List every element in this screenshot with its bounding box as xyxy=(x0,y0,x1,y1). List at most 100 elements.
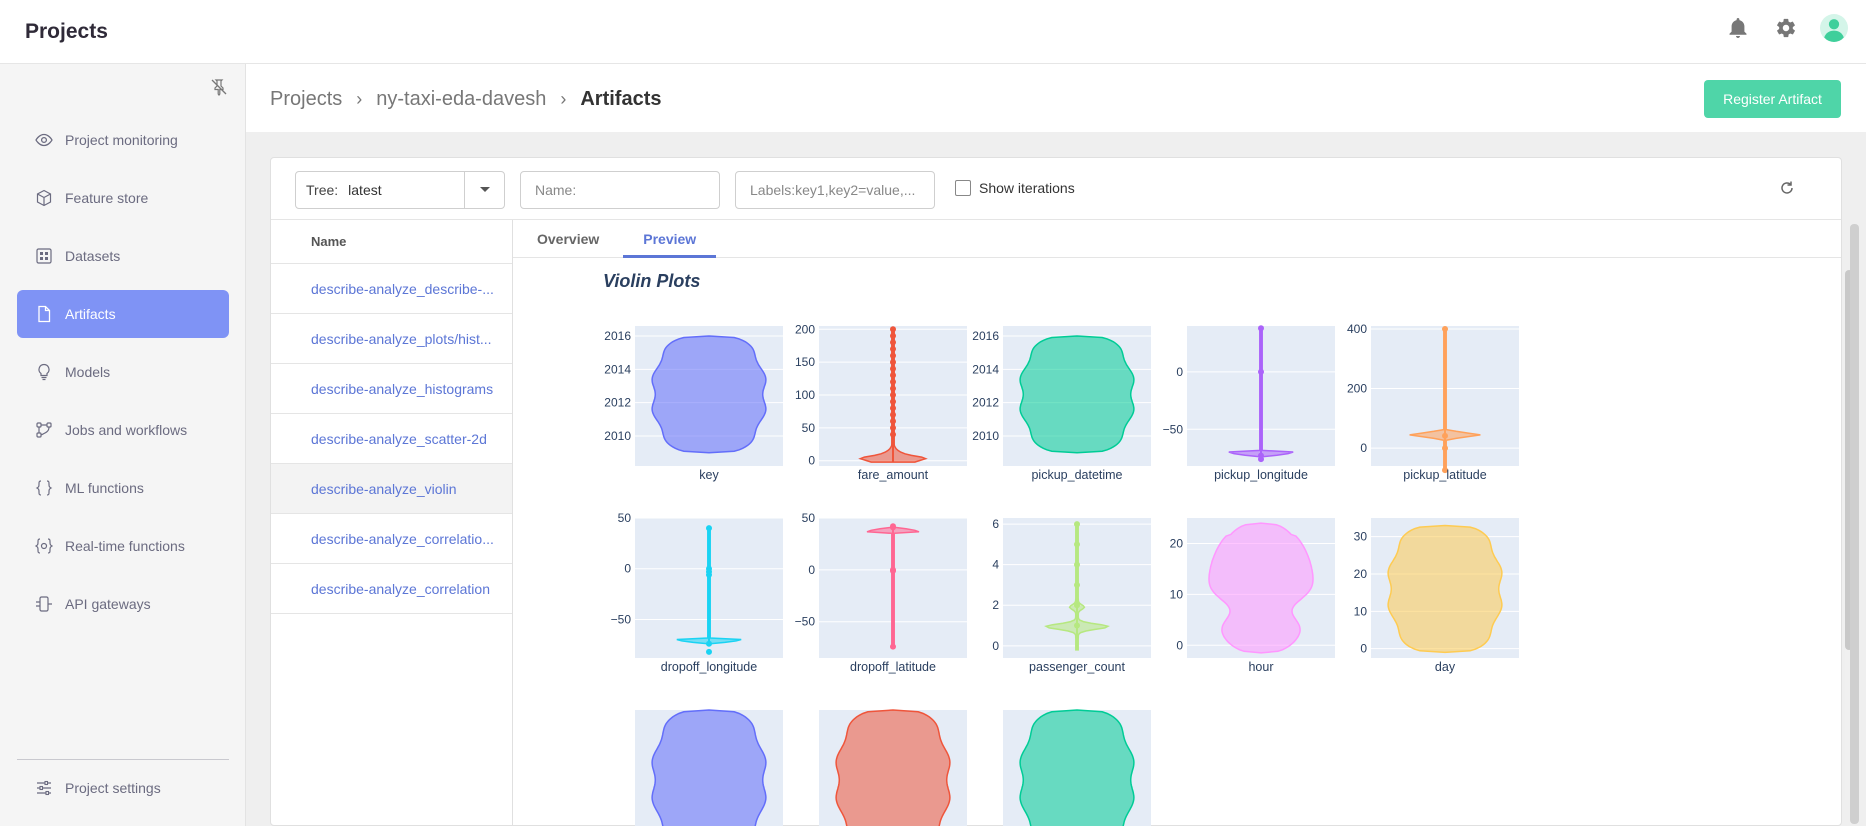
sidebar-item-label: Datasets xyxy=(65,248,121,264)
tick-label: 50 xyxy=(802,421,816,435)
sidebar-item-artifacts[interactable]: Artifacts xyxy=(17,290,229,338)
sidebar-item-datasets[interactable]: Datasets xyxy=(17,232,229,280)
page-header: Projects › ny-taxi-eda-davesh › Artifact… xyxy=(246,64,1866,132)
sidebar-item-real-time-functions[interactable]: Real-time functions xyxy=(17,522,229,570)
user-avatar-icon[interactable] xyxy=(1820,14,1848,43)
data-point xyxy=(1442,325,1448,332)
tick-label: 10 xyxy=(1170,587,1184,601)
sidebar: Project monitoring Feature store Dataset… xyxy=(0,64,246,826)
tick-label: 0 xyxy=(992,639,999,653)
sidebar-item-project-monitoring[interactable]: Project monitoring xyxy=(17,116,229,164)
list-item[interactable]: describe-analyze_plots/hist... xyxy=(271,314,512,364)
tick-label: 4 xyxy=(992,558,999,572)
page-scrollbar[interactable] xyxy=(1850,224,1859,824)
data-point xyxy=(890,332,896,339)
list-item-selected[interactable]: describe-analyze_violin xyxy=(271,464,512,514)
sidebar-item-ml-functions[interactable]: ML functions xyxy=(17,464,229,512)
name-filter-input[interactable] xyxy=(520,171,720,209)
sliders-icon xyxy=(37,780,51,796)
sidebar-item-models[interactable]: Models xyxy=(17,348,229,396)
violin-shape xyxy=(835,709,951,826)
eye-icon xyxy=(35,133,53,147)
tick-label: 2012 xyxy=(604,396,631,410)
list-item[interactable]: describe-analyze_correlation xyxy=(271,564,512,614)
axis-label: fare_amount xyxy=(858,468,929,482)
tick-label: 0 xyxy=(1360,441,1367,455)
data-point xyxy=(890,339,896,346)
sidebar-item-label: Models xyxy=(65,364,111,380)
tick-label: 30 xyxy=(1354,530,1368,544)
data-point xyxy=(890,405,896,412)
list-item[interactable]: describe-analyze_scatter-2d xyxy=(271,414,512,464)
data-point xyxy=(706,648,712,655)
gear-icon[interactable] xyxy=(1772,14,1800,42)
sidebar-item-api-gateways[interactable]: API gateways xyxy=(17,580,229,628)
list-item[interactable]: describe-analyze_describe-... xyxy=(271,264,512,314)
violin-shape xyxy=(1208,522,1314,654)
data-point xyxy=(890,431,896,438)
breadcrumb-projects[interactable]: Projects xyxy=(270,88,342,111)
sidebar-item-label: Real-time functions xyxy=(65,538,185,554)
breadcrumb-project[interactable]: ny-taxi-eda-davesh xyxy=(376,88,546,111)
caret-down-icon[interactable] xyxy=(464,172,504,208)
box-icon xyxy=(36,189,52,207)
sidebar-item-project-settings[interactable]: Project settings xyxy=(17,764,229,812)
grid-icon xyxy=(36,248,52,264)
data-point xyxy=(1442,432,1448,439)
sidebar-item-label: Jobs and workflows xyxy=(65,422,188,438)
filter-bar: Tree: latest Show iterations xyxy=(271,158,1841,220)
sidebar-item-jobs-and-workflows[interactable]: Jobs and workflows xyxy=(17,406,229,454)
scrollbar-thumb[interactable] xyxy=(1850,224,1859,824)
preview-pane: 2010 2012 2014 2016 key 0 50 100 150 200 fare_amou… xyxy=(513,259,1803,826)
tick-label: 100 xyxy=(795,388,815,402)
main-content: Projects › ny-taxi-eda-davesh › Artifact… xyxy=(246,64,1866,826)
data-point xyxy=(890,418,896,425)
data-point xyxy=(890,378,896,385)
axis-label: pickup_longitude xyxy=(1214,468,1308,482)
data-point xyxy=(1442,445,1448,452)
sidebar-divider xyxy=(17,759,229,760)
chevron-right-icon: › xyxy=(356,89,363,109)
file-icon xyxy=(38,305,51,323)
data-point xyxy=(890,372,896,379)
register-artifact-button[interactable]: Register Artifact xyxy=(1704,80,1841,118)
data-point xyxy=(890,643,896,650)
tree-label: Tree: xyxy=(306,182,339,198)
tick-label: 0 xyxy=(624,562,631,576)
top-bar: Projects xyxy=(0,0,1866,64)
axis-label: dropoff_latitude xyxy=(850,660,936,674)
tick-label: 2014 xyxy=(604,362,631,376)
sidebar-item-feature-store[interactable]: Feature store xyxy=(17,174,229,222)
sidebar-item-label: Artifacts xyxy=(65,306,116,322)
show-iterations-toggle[interactable]: Show iterations xyxy=(955,180,1075,196)
bulb-icon xyxy=(38,363,50,381)
data-point xyxy=(1074,602,1080,609)
axis-label: key xyxy=(699,468,719,482)
tick-label: 2010 xyxy=(972,429,999,443)
tick-label: 0 xyxy=(1176,638,1183,652)
violin-shape xyxy=(1387,524,1503,654)
chevron-right-icon: › xyxy=(560,89,567,109)
tick-label: 20 xyxy=(1170,536,1184,550)
tab-overview[interactable]: Overview xyxy=(537,220,623,258)
tick-label: 150 xyxy=(795,355,815,369)
refresh-icon[interactable] xyxy=(1779,180,1795,201)
chart-title: Violin Plots xyxy=(603,271,701,291)
tick-label: 2010 xyxy=(604,429,631,443)
list-item[interactable]: describe-analyze_histograms xyxy=(271,364,512,414)
tree-value: latest xyxy=(348,182,382,198)
unpin-icon[interactable] xyxy=(210,78,228,101)
bell-icon[interactable] xyxy=(1724,14,1752,42)
tab-preview[interactable]: Preview xyxy=(623,220,717,258)
show-iterations-checkbox[interactable] xyxy=(955,180,971,196)
data-point xyxy=(890,411,896,418)
tick-label: 20 xyxy=(1354,567,1368,581)
tree-select[interactable]: Tree: latest xyxy=(295,171,505,209)
labels-filter-input[interactable] xyxy=(735,171,935,209)
tick-label: 10 xyxy=(1354,604,1368,618)
data-point xyxy=(1074,581,1080,588)
detail-tabs: Overview Preview xyxy=(513,220,1841,258)
axis-label: hour xyxy=(1248,660,1273,674)
list-item[interactable]: describe-analyze_correlatio... xyxy=(271,514,512,564)
axis-label: pickup_datetime xyxy=(1031,468,1122,482)
